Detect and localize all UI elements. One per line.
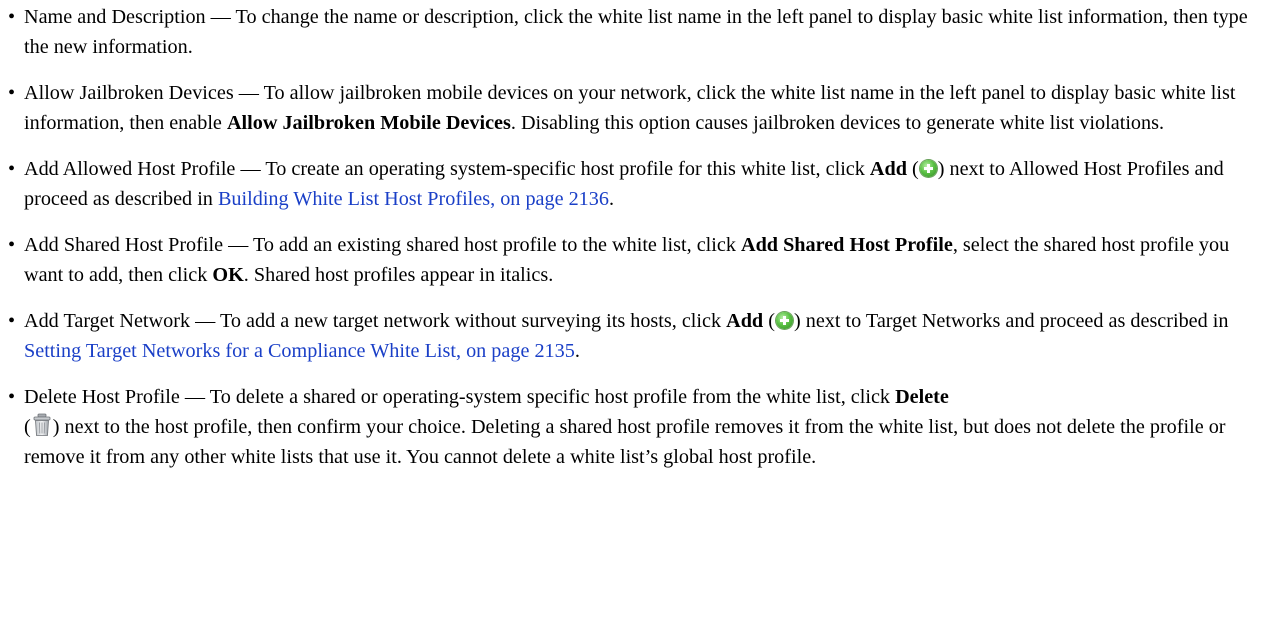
item-text: . [574,340,580,362]
setting-target-networks-link[interactable]: Setting Target Networks for a Compliance… [24,340,575,362]
item-text: ) next to the host profile, then confirm… [24,416,1226,468]
item-text: . Shared host profiles appear in italics… [243,264,554,286]
list-item-allow-jailbroken: • Allow Jailbroken Devices — To allow jai… [8,78,1258,138]
bullet: • [8,386,16,408]
list-item-add-target-network: • Add Target Network — To add a new targe… [8,306,1258,366]
bullet: • [8,158,16,180]
bold-term: Add [869,158,907,180]
list-item-add-shared-host-profile: • Add Shared Host Profile — To add an exi… [8,230,1258,290]
item-text: Delete Host Profile — To delete a shared… [24,386,896,408]
bullet: • [8,234,16,256]
building-host-profiles-link[interactable]: Building White List Host Profiles, on pa… [218,188,609,210]
bold-term: Add Shared Host Profile [741,234,953,256]
item-text: . Disabling this option causes jailbroke… [510,112,1165,134]
item-text: ( [763,310,775,332]
bullet: • [8,310,16,332]
item-text: Add Shared Host Profile — To add an exis… [24,234,741,256]
item-text: ( [24,416,31,438]
item-text: Name and Description — To change the nam… [24,6,1248,58]
bold-term: Allow Jailbroken Mobile Devices [226,112,511,134]
bullet: • [8,6,16,28]
item-text: Add Target Network — To add a new target… [24,310,727,332]
item-text: . [608,188,615,210]
bold-term: OK [212,264,244,286]
item-text: ( [906,158,919,180]
item-text: Add Allowed Host Profile — To create an … [24,158,870,180]
bold-term: Add [726,310,764,332]
bullet-list: • Name and Description — To change the na… [8,2,1258,488]
add-circle-icon [775,312,793,329]
list-item-add-allowed-host-profile: • Add Allowed Host Profile — To create an… [8,154,1258,214]
item-text: ) next to Target Networks and proceed as… [793,310,1229,332]
bullet: • [8,82,16,104]
add-circle-icon [919,160,937,177]
list-item-delete-host-profile: • Delete Host Profile — To delete a share… [8,382,1258,472]
list-item-name-description: • Name and Description — To change the na… [8,2,1258,62]
bold-term: Delete [895,386,949,408]
trash-can-icon [33,413,51,436]
